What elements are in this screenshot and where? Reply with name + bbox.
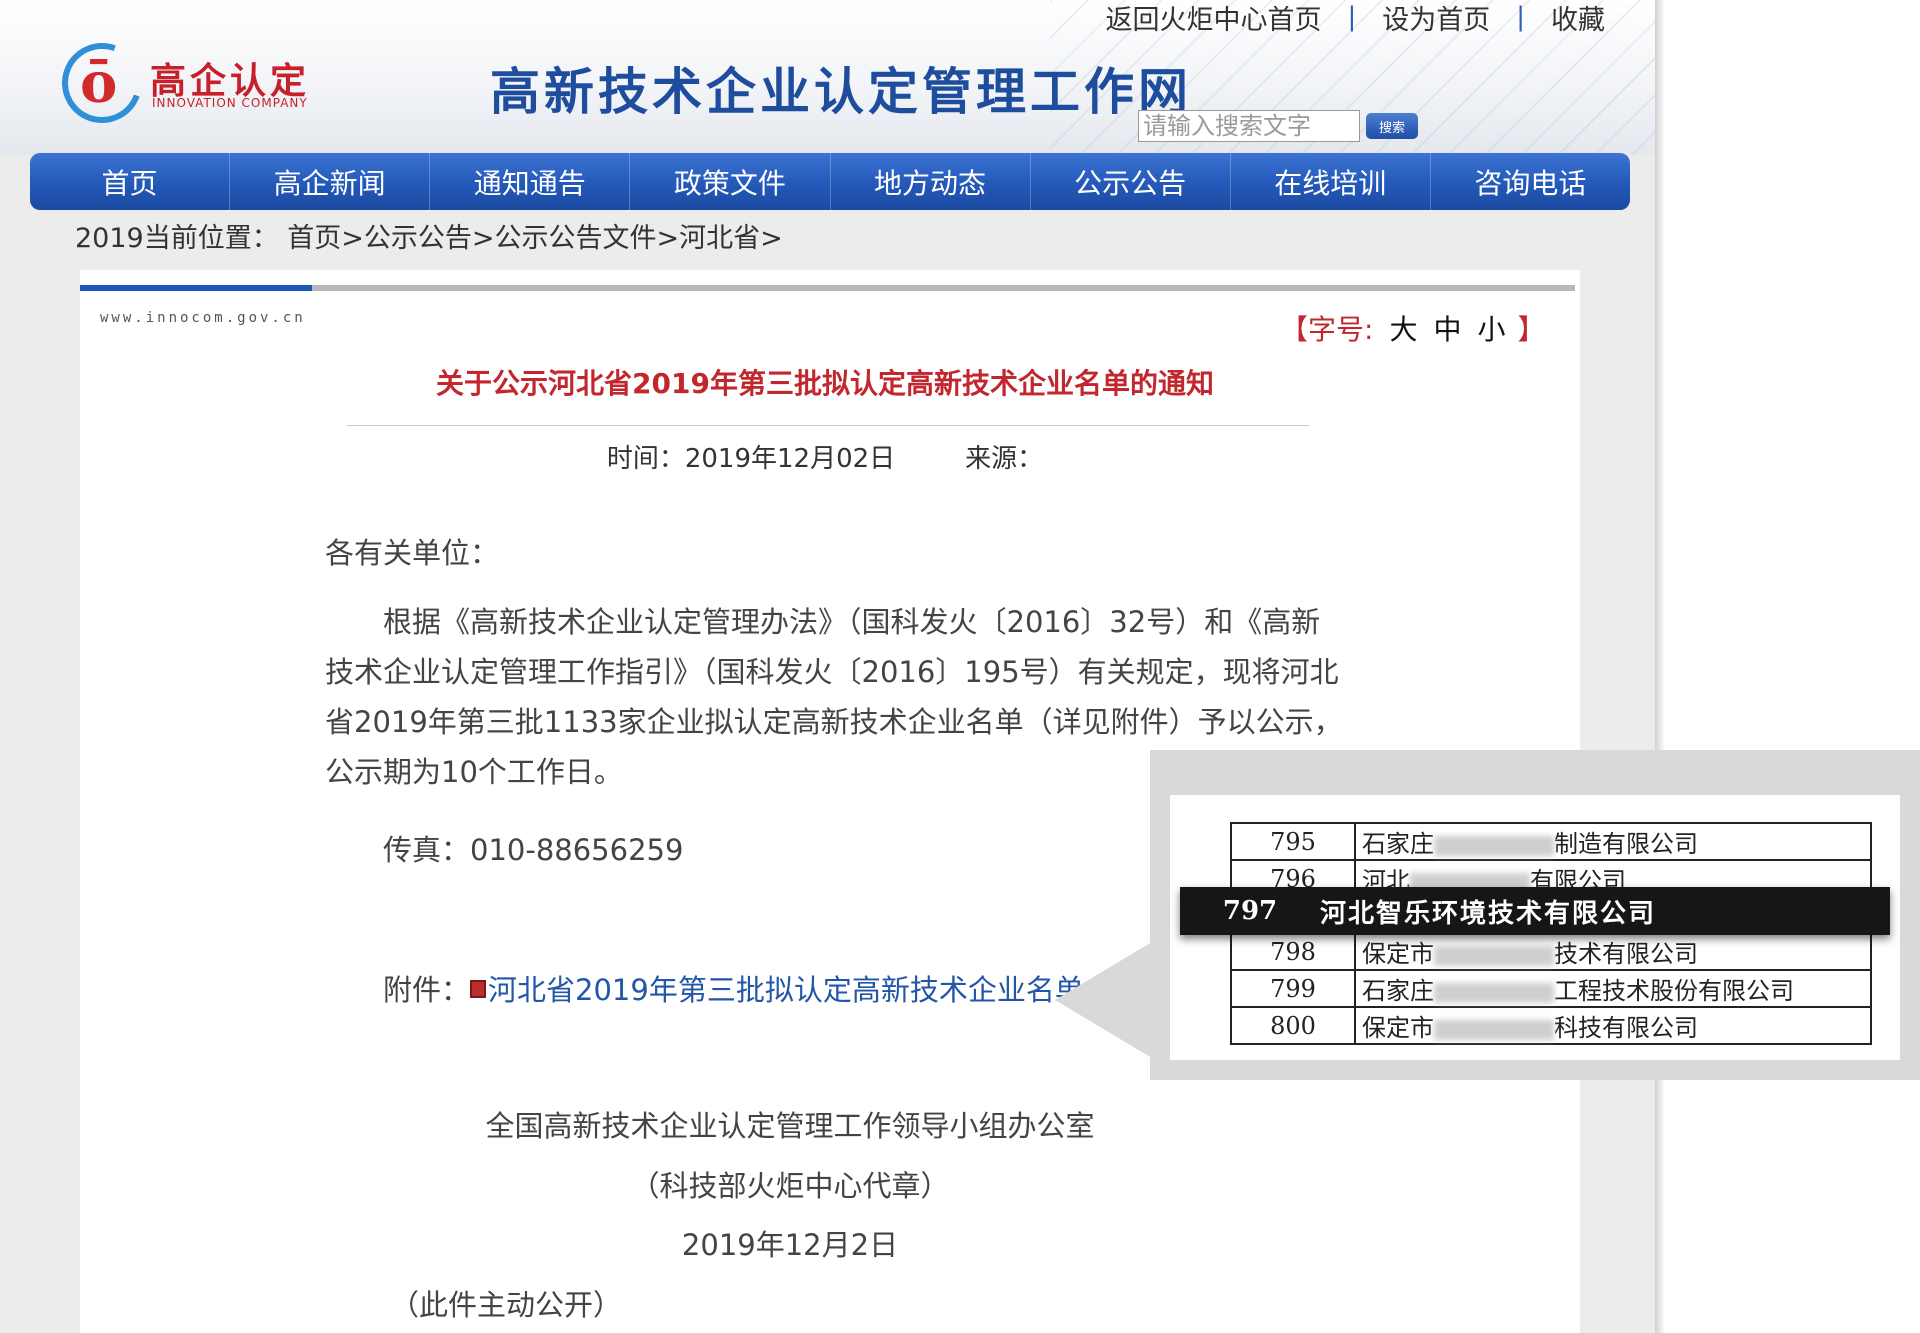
article-meta: 时间：2019年12月02日 来源： — [80, 438, 1570, 475]
redacted-text — [1434, 1019, 1554, 1040]
favorite-link[interactable]: 收藏 — [1551, 0, 1605, 37]
table-row: 799 石家庄 工程技术股份有限公司 — [1230, 969, 1872, 1008]
time-label: 时间： — [606, 444, 685, 474]
site-header: 返回火炬中心首页 | 设为首页 | 收藏 ō 高企认定 INNOVATION C… — [0, 0, 1655, 155]
link-separator: | — [1516, 2, 1525, 32]
attachment-label: 附件： — [383, 973, 471, 1007]
redacted-text — [1434, 835, 1554, 856]
logo[interactable]: ō 高企认定 INNOVATION COMPANY — [48, 29, 322, 137]
search-button[interactable]: 搜索 — [1366, 113, 1418, 139]
nav-hotline[interactable]: 咨询电话 — [1429, 153, 1630, 210]
highlighted-company-name: 河北智乐环境技术有限公司 — [1320, 898, 1657, 929]
article-title: 关于公示河北省2019年第三批拟认定高新技术企业名单的通知 — [436, 367, 1214, 400]
redacted-text — [1434, 982, 1554, 1003]
logo-subtext: INNOVATION COMPANY — [152, 96, 308, 110]
signature-note: （科技部火炬中心代章） — [630, 1169, 950, 1203]
font-size-small[interactable]: 小 — [1477, 313, 1505, 346]
nav-announcements[interactable]: 公示公告 — [1029, 153, 1230, 210]
title-divider — [347, 425, 1309, 426]
company-name: 石家庄 制造有限公司 — [1354, 822, 1872, 861]
signature-org: 全国高新技术企业认定管理工作领导小组办公室 — [485, 1109, 1095, 1143]
table-row: 800 保定市 科技有限公司 — [1230, 1006, 1872, 1045]
tab-bar-active — [80, 285, 312, 291]
table-row: 798 保定市 技术有限公司 — [1230, 932, 1872, 971]
callout-pointer — [1055, 940, 1155, 1060]
domain-text: www.innocom.gov.cn — [100, 310, 306, 326]
tab-bar — [80, 285, 1575, 291]
greeting: 各有关单位： — [325, 536, 500, 570]
font-size-label: 【字号: — [1280, 313, 1374, 346]
highlighted-row: 797 河北智乐环境技术有限公司 — [1180, 887, 1890, 935]
back-home-link[interactable]: 返回火炬中心首页 — [1105, 0, 1321, 37]
set-home-link[interactable]: 设为首页 — [1382, 0, 1490, 37]
breadcrumb[interactable]: 2019当前位置： 首页>公示公告>公示公告文件>河北省> — [75, 216, 783, 255]
file-icon — [470, 980, 487, 998]
logo-mark-icon: ō — [80, 50, 118, 116]
link-separator: | — [1347, 2, 1357, 32]
site-title: 高新技术企业认定管理工作网 — [490, 62, 1192, 121]
nav-notices[interactable]: 通知通告 — [429, 153, 629, 210]
search-input[interactable] — [1138, 110, 1360, 142]
disclosure-note: （此件主动公开） — [390, 1288, 623, 1322]
search-box: 搜索 — [1138, 110, 1418, 142]
redacted-text — [1434, 945, 1554, 966]
company-name: 保定市 科技有限公司 — [1354, 1006, 1872, 1045]
font-size-control: 【字号: 大中小】 — [1280, 308, 1546, 348]
source-label: 来源： — [965, 444, 1044, 474]
publish-time: 2019年12月02日 — [684, 444, 896, 474]
font-size-medium[interactable]: 中 — [1433, 313, 1461, 346]
font-size-close-bracket: 】 — [1517, 313, 1546, 346]
company-name: 保定市 技术有限公司 — [1354, 932, 1872, 971]
top-links: 返回火炬中心首页 | 设为首页 | 收藏 — [1105, 0, 1605, 37]
company-name: 石家庄 工程技术股份有限公司 — [1354, 969, 1872, 1008]
nav-home[interactable]: 首页 — [30, 153, 229, 210]
main-nav: 首页 高企新闻 通知通告 政策文件 地方动态 公示公告 在线培训 咨询电话 — [30, 153, 1630, 210]
table-row: 795 石家庄 制造有限公司 — [1230, 822, 1872, 861]
nav-training[interactable]: 在线培训 — [1229, 153, 1430, 210]
signature-date: 2019年12月2日 — [681, 1228, 899, 1262]
attachment-link[interactable]: 河北省2019年第三批拟认定高新技术企业名单 — [488, 973, 1084, 1007]
nav-local[interactable]: 地方动态 — [829, 153, 1030, 210]
nav-news[interactable]: 高企新闻 — [229, 153, 429, 210]
row-number: 798 — [1230, 932, 1356, 971]
page-shadow — [1655, 0, 1665, 1333]
row-number: 795 — [1230, 822, 1356, 861]
nav-policy[interactable]: 政策文件 — [629, 153, 829, 210]
font-size-large[interactable]: 大 — [1389, 313, 1417, 346]
row-number: 799 — [1230, 969, 1356, 1008]
row-number: 800 — [1230, 1006, 1356, 1045]
highlighted-row-number: 797 — [1222, 896, 1278, 926]
